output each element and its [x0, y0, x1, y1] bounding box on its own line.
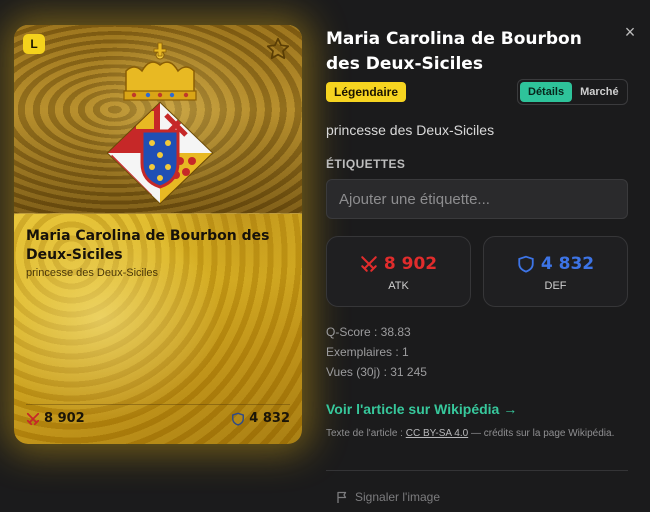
wikipedia-link[interactable]: Voir l'article sur Wikipédia → [326, 401, 517, 417]
license-note: Texte de l'article : CC BY-SA 4.0 — créd… [326, 427, 616, 441]
card-atk-stat: 8 902 [26, 411, 85, 426]
license-suffix: — crédits sur la page Wikipédia. [468, 428, 615, 439]
def-stat-box: 4 832 DEF [483, 236, 628, 307]
close-icon[interactable]: × [620, 22, 640, 42]
crossed-swords-icon [361, 256, 377, 272]
flag-icon [337, 491, 347, 503]
rarity-chip: L [23, 34, 45, 54]
card-atk-value: 8 902 [44, 411, 85, 426]
view-tabs: Détails Marché [517, 79, 628, 105]
divider [326, 470, 628, 471]
report-label: Signaler l'image [355, 490, 441, 504]
atk-stat-box: 8 902 ATK [326, 236, 471, 307]
star-icon[interactable] [265, 36, 291, 62]
atk-label: ATK [388, 280, 409, 292]
card-preview[interactable]: L Maria Carolina de Bourbon des Deux-Sic… [14, 25, 302, 444]
card-title: Maria Carolina de Bourbon des Deux-Sicil… [26, 228, 270, 263]
page-title: Maria Carolina de Bourbon des Deux-Sicil… [326, 29, 582, 74]
views-count: Vues (30j) : 31 245 [326, 365, 427, 379]
tab-details[interactable]: Détails [520, 82, 573, 102]
copies-count: Exemplaires : 1 [326, 345, 409, 359]
atk-value: 8 902 [383, 254, 438, 274]
rarity-badge: Légendaire [326, 82, 407, 102]
card-subtitle: princesse des Deux-Siciles [26, 267, 159, 279]
card-artwork [14, 25, 302, 214]
crown-icon [123, 42, 197, 101]
card-def-stat: 4 832 [231, 411, 290, 426]
card-divider [26, 404, 290, 405]
card-def-value: 4 832 [249, 411, 290, 426]
tags-section-label: ÉTIQUETTES [326, 157, 406, 171]
license-link[interactable]: CC BY-SA 4.0 [406, 428, 468, 439]
def-value: 4 832 [540, 254, 595, 274]
crossed-swords-icon [26, 412, 40, 425]
shield-icon [518, 255, 534, 273]
shield-icon [232, 412, 245, 426]
tag-input[interactable] [326, 179, 628, 219]
license-prefix: Texte de l'article : [326, 428, 406, 439]
tab-market[interactable]: Marché [572, 82, 627, 102]
def-label: DEF [544, 280, 567, 292]
report-image-button[interactable]: Signaler l'image [336, 490, 440, 504]
subtitle: princesse des Deux-Siciles [326, 122, 495, 138]
coat-of-arms-image [106, 42, 214, 205]
q-score: Q-Score : 38.83 [326, 325, 411, 339]
